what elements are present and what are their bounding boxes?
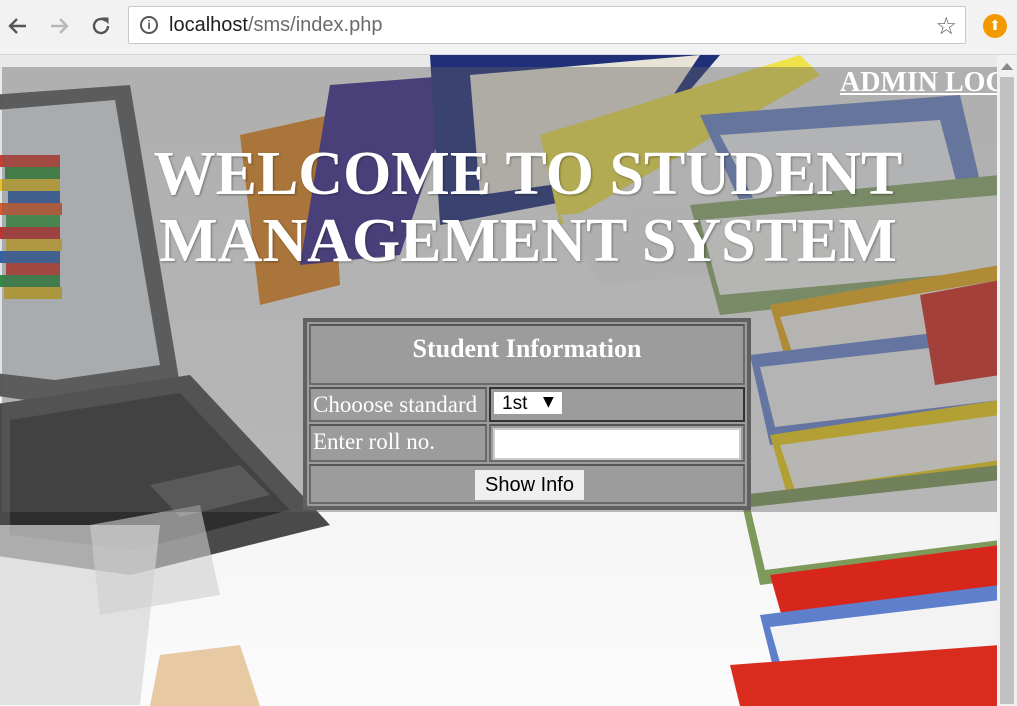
address-bar[interactable]: i localhost/sms/index.php ☆: [128, 6, 966, 44]
back-button[interactable]: [5, 13, 31, 39]
bookmark-star-icon[interactable]: ☆: [935, 12, 957, 40]
standard-label-cell: Chooose standard: [309, 387, 487, 422]
form-caption: Student Information: [412, 334, 642, 363]
address-url[interactable]: localhost/sms/index.php: [169, 14, 382, 37]
welcome-line-2: MANAGEMENT SYSTEM: [159, 207, 897, 275]
page-viewport: ADMIN LOGIN WELCOME TO STUDENT MANAGEMEN…: [0, 55, 1017, 706]
dropdown-arrow-icon: ▼: [543, 394, 554, 410]
roll-label-cell: Enter roll no.: [309, 424, 487, 462]
info-icon[interactable]: i: [140, 16, 158, 34]
roll-label: Enter roll no.: [313, 429, 435, 454]
student-info-form: Student Information Chooose standard 1st…: [303, 318, 751, 510]
back-icon: [8, 18, 26, 34]
vertical-scrollbar[interactable]: [997, 55, 1017, 706]
standard-label: Chooose standard: [313, 392, 478, 417]
roll-number-input[interactable]: [493, 428, 741, 460]
forward-icon: [51, 18, 69, 34]
submit-cell: Show Info: [309, 464, 745, 504]
standard-select-cell: 1st ▼: [489, 387, 745, 422]
scroll-up-arrow-icon[interactable]: [1001, 63, 1013, 70]
welcome-line-1: WELCOME TO STUDENT: [153, 140, 903, 208]
forward-button[interactable]: [46, 13, 72, 39]
roll-input-cell: [489, 424, 745, 462]
reload-button[interactable]: [88, 13, 114, 39]
reload-icon: [92, 17, 110, 35]
form-caption-cell: Student Information: [309, 324, 745, 385]
scroll-thumb[interactable]: [1000, 77, 1014, 704]
browser-toolbar: i localhost/sms/index.php ☆ ⬆: [0, 0, 1017, 55]
show-info-button[interactable]: Show Info: [474, 469, 585, 501]
extension-icon[interactable]: ⬆: [983, 14, 1007, 38]
welcome-title: WELCOME TO STUDENT MANAGEMENT SYSTEM: [100, 141, 956, 275]
standard-select[interactable]: 1st ▼: [493, 391, 563, 415]
standard-select-value: 1st: [502, 393, 528, 414]
admin-login-link[interactable]: ADMIN LOGIN: [840, 67, 997, 99]
